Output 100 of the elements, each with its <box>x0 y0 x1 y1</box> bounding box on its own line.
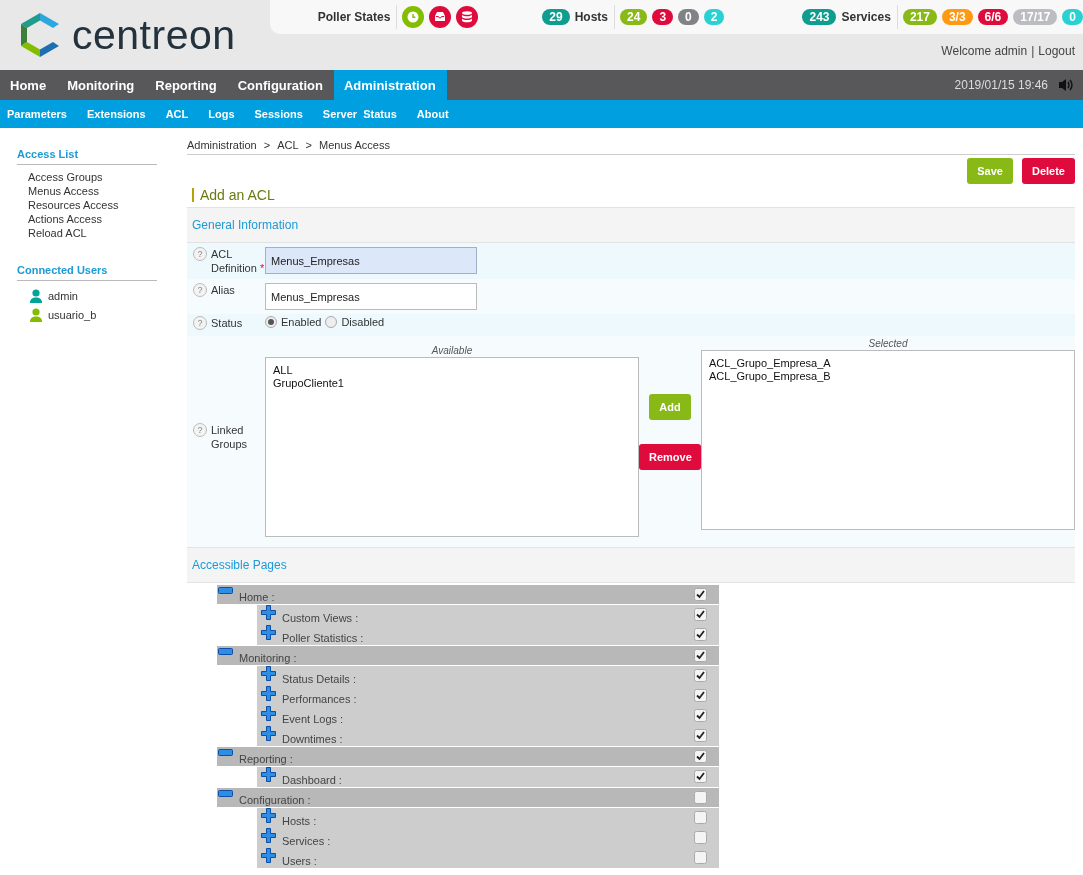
list-option[interactable]: ALL <box>273 364 293 377</box>
action-button[interactable]: Delete <box>1021 158 1075 184</box>
checkbox[interactable] <box>694 770 707 783</box>
tree-label[interactable]: Reporting : <box>233 753 293 766</box>
checkbox[interactable] <box>694 791 707 804</box>
expand-icon[interactable] <box>261 726 276 741</box>
tree-label[interactable]: Dashboard : <box>276 774 342 787</box>
tree-label[interactable]: Hosts : <box>276 815 317 828</box>
collapse-icon[interactable] <box>218 587 233 594</box>
checkbox[interactable] <box>694 851 707 864</box>
tree-row[interactable]: Reporting : <box>217 747 719 766</box>
list-box[interactable]: ALL GrupoCliente1 <box>265 357 639 537</box>
tree-row[interactable]: Monitoring : <box>217 646 719 665</box>
checkbox[interactable] <box>694 750 707 763</box>
checkbox[interactable] <box>694 689 707 702</box>
logout-link[interactable]: Logout <box>1038 44 1075 58</box>
help-icon[interactable]: ? <box>193 422 207 437</box>
tree-label[interactable]: Status Details : <box>276 673 356 686</box>
database-icon[interactable] <box>456 6 479 28</box>
menu-tab[interactable]: Home <box>0 70 58 100</box>
separator-text: | <box>1031 44 1035 58</box>
list-caption: Available <box>431 345 473 357</box>
checkbox[interactable] <box>694 729 707 742</box>
expand-icon[interactable] <box>261 686 276 701</box>
tree-row[interactable]: Configuration : <box>217 788 719 807</box>
breadcrumb-link[interactable]: Menus Access <box>319 139 390 151</box>
checkbox[interactable] <box>694 831 707 844</box>
checkbox[interactable] <box>694 709 707 722</box>
count-badge[interactable]: 243 <box>802 9 837 25</box>
tree-label[interactable]: Custom Views : <box>276 612 359 625</box>
checkbox[interactable] <box>694 811 707 824</box>
expand-icon[interactable] <box>261 767 276 782</box>
field-label: Linked Groups <box>211 422 249 451</box>
menu-tab[interactable]: Configuration <box>227 70 334 100</box>
radio-button[interactable] <box>265 316 277 328</box>
list-option[interactable]: ACL_Grupo_Empresa_A <box>709 357 831 370</box>
radio-label[interactable]: Disabled <box>341 316 385 328</box>
count-badge[interactable]: 6/6 <box>977 9 1009 25</box>
breadcrumb-link[interactable]: Administration <box>187 139 257 151</box>
menu-tab[interactable]: Monitoring <box>57 70 146 100</box>
tree-label[interactable]: Poller Statistics : <box>276 632 364 645</box>
tree-label[interactable]: Downtimes : <box>276 733 343 746</box>
tree-label[interactable]: Performances : <box>276 693 357 706</box>
checkbox[interactable] <box>694 649 707 662</box>
count-badge[interactable]: 3 <box>652 9 674 25</box>
sidebar-link[interactable]: Menus Access <box>28 184 99 198</box>
speaker-icon[interactable] <box>1058 77 1074 93</box>
checkbox[interactable] <box>694 628 707 641</box>
tree-label[interactable]: Event Logs : <box>276 713 344 726</box>
expand-icon[interactable] <box>261 666 276 681</box>
collapse-icon[interactable] <box>218 790 233 797</box>
user-name[interactable]: usuario_b <box>48 308 97 321</box>
text-field[interactable]: Menus_Empresas <box>265 283 477 310</box>
count-badge[interactable]: 0 <box>678 9 699 25</box>
list-caption: Selected <box>868 338 908 350</box>
help-icon[interactable]: ? <box>193 316 207 330</box>
help-icon[interactable]: ? <box>193 247 207 261</box>
breadcrumb-separator: > <box>305 139 312 151</box>
menu-tab[interactable]: Reporting <box>145 70 228 100</box>
collapse-icon[interactable] <box>218 749 233 756</box>
tree-label[interactable]: Monitoring : <box>233 652 297 665</box>
list-box[interactable]: ACL_Grupo_Empresa_A ACL_Grupo_Empresa_B <box>701 350 1075 530</box>
user-name[interactable]: admin <box>48 289 78 302</box>
count-badge[interactable]: 29 <box>542 9 570 25</box>
expand-icon[interactable] <box>261 706 276 721</box>
checkbox[interactable] <box>694 588 707 601</box>
expand-icon[interactable] <box>261 848 276 863</box>
tree-label[interactable]: Users : <box>276 855 317 868</box>
expand-icon[interactable] <box>261 828 276 843</box>
sidebar-link[interactable]: Actions Access <box>28 212 102 226</box>
radio-label[interactable]: Enabled <box>281 316 322 328</box>
breadcrumb-separator: > <box>263 139 271 151</box>
section-header: General Information <box>187 207 1075 243</box>
expand-icon[interactable] <box>261 808 276 823</box>
text-field[interactable]: Menus_Empresas <box>265 247 477 274</box>
section-title: Access List <box>17 148 157 165</box>
checkbox[interactable] <box>694 608 707 621</box>
list-option[interactable]: GrupoCliente1 <box>273 377 344 390</box>
expand-icon[interactable] <box>261 625 276 640</box>
list-option[interactable]: ACL_Grupo_Empresa_B <box>709 370 831 383</box>
poller-states-label: Poller States <box>317 5 398 29</box>
tree-label[interactable]: Services : <box>276 835 331 848</box>
remove-button[interactable]: Remove <box>639 444 701 470</box>
hosts-label: Hosts <box>574 5 616 29</box>
field-label: ACL Definition * <box>211 247 265 275</box>
field-label: Status <box>211 316 243 330</box>
expand-icon[interactable] <box>261 605 276 620</box>
tree-label[interactable]: Configuration : <box>233 794 311 807</box>
sidebar-link[interactable]: Access Groups <box>28 170 103 184</box>
tree-label[interactable]: Home : <box>233 591 275 604</box>
radio-button[interactable] <box>325 316 338 328</box>
inbox-icon[interactable] <box>429 6 452 28</box>
breadcrumb-link[interactable]: ACL <box>277 139 299 151</box>
sidebar-link[interactable]: Reload ACL <box>28 226 87 240</box>
services-label: Services <box>841 5 898 29</box>
sidebar-link[interactable]: Resources Access <box>28 198 119 212</box>
checkbox[interactable] <box>694 669 707 682</box>
collapse-icon[interactable] <box>218 648 233 655</box>
help-icon[interactable]: ? <box>193 283 207 297</box>
tree-row[interactable]: Home : <box>217 585 719 604</box>
